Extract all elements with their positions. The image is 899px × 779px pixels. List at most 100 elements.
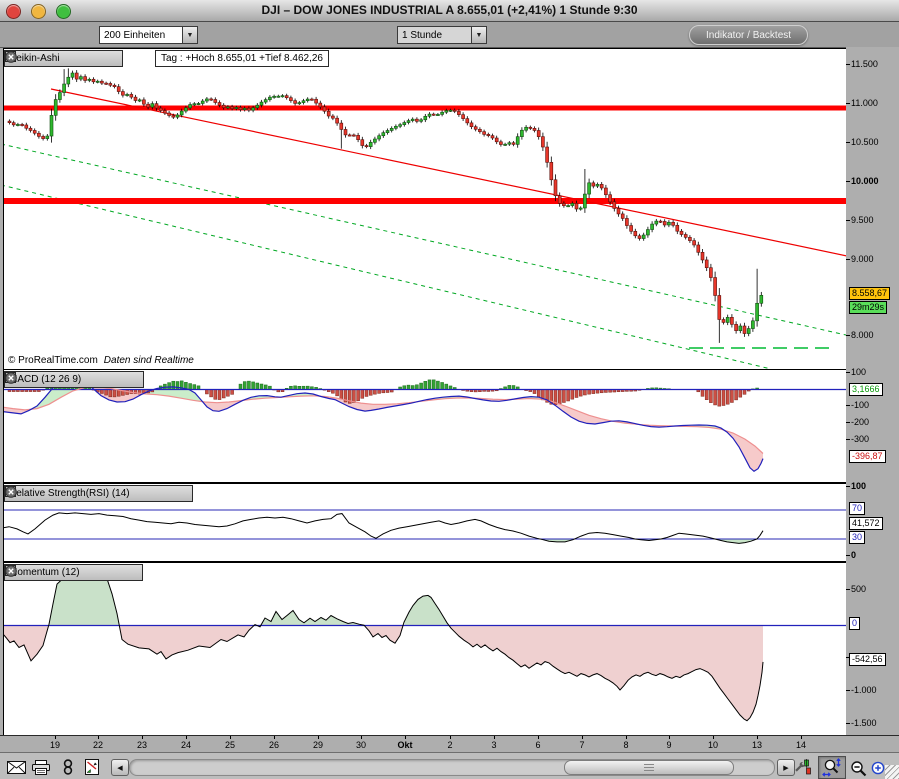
- time-label: 30: [355, 740, 367, 750]
- rsi-panel-header: Relative Strength(RSI) (14): [4, 485, 193, 502]
- close-icon[interactable]: [5, 51, 118, 65]
- axis-label: -200: [846, 417, 869, 427]
- top-toolbar: 200 Einheiten ▼ 1 Stunde ▼ Indikator / B…: [0, 22, 899, 48]
- detach-window-icon[interactable]: [5, 51, 100, 65]
- time-label: 23: [136, 740, 148, 750]
- detach-window-icon[interactable]: [5, 565, 120, 579]
- axis-label: 11.500: [846, 59, 878, 69]
- time-tick: [669, 736, 670, 739]
- value-badge: -396,87: [849, 450, 886, 463]
- window-title: DJI – DOW JONES INDUSTRIAL A 8.655,01 (+…: [261, 3, 638, 17]
- value-badge: 0: [849, 617, 861, 630]
- time-tick: [405, 736, 406, 739]
- scrollbar-thumb[interactable]: [564, 760, 734, 775]
- chart-scrollbar[interactable]: [129, 759, 775, 776]
- wrench-icon[interactable]: [6, 52, 82, 65]
- time-label: 25: [224, 740, 236, 750]
- value-badge: 29m29s: [849, 301, 888, 314]
- thumb-grip: [644, 764, 654, 771]
- print-icon[interactable]: [31, 758, 51, 776]
- indikator-backtest-button[interactable]: Indikator / Backtest: [689, 25, 809, 45]
- time-tick: [274, 736, 275, 739]
- time-tick: [318, 736, 319, 739]
- time-label: 29: [312, 740, 324, 750]
- value-badge: 70: [849, 502, 866, 515]
- axis-label: -300: [846, 434, 869, 444]
- time-tick: [538, 736, 539, 739]
- time-tick: [450, 736, 451, 739]
- export-chart-icon[interactable]: [82, 758, 102, 776]
- wrench-icon[interactable]: [6, 487, 152, 500]
- time-label: Okt: [397, 740, 413, 750]
- time-label: 3: [491, 740, 497, 750]
- value-badge: -542,56: [849, 653, 886, 666]
- axis-label: 9.000: [846, 254, 874, 264]
- rsi-panel-title: Relative Strength(RSI) (14): [9, 488, 130, 499]
- price-axis-column: 11.500 11.000 10.500 10.000 9.500 9.000 8.000 1…: [846, 47, 899, 752]
- chevron-down-icon[interactable]: ▼: [182, 27, 197, 43]
- time-tick: [801, 736, 802, 739]
- close-icon[interactable]: [5, 565, 138, 579]
- time-label: 9: [666, 740, 672, 750]
- time-tick: [55, 736, 56, 739]
- time-label: 7: [579, 740, 585, 750]
- chart-settings-icon[interactable]: [793, 758, 813, 776]
- time-label: 26: [268, 740, 280, 750]
- bottom-toolbar: ◀ ▶: [0, 752, 899, 779]
- detach-window-icon[interactable]: [5, 486, 170, 500]
- title-bar: DJI – DOW JONES INDUSTRIAL A 8.655,01 (+…: [0, 0, 899, 22]
- value-badge: 8.558,67: [849, 287, 891, 300]
- momentum-panel-header: Momentum (12): [4, 564, 143, 581]
- detach-window-icon[interactable]: [5, 372, 121, 386]
- axis-label: 8.000: [846, 330, 874, 340]
- zoom-out-icon[interactable]: [849, 759, 869, 777]
- value-badge: 41,572: [849, 517, 883, 530]
- axis-label: 100: [846, 481, 866, 491]
- time-tick: [361, 736, 362, 739]
- time-label: 13: [751, 740, 763, 750]
- axis-label: 500: [846, 584, 866, 594]
- axis-label: 10.500: [846, 137, 879, 147]
- time-label: 2: [447, 740, 453, 750]
- momentum-panel-title: Momentum (12): [9, 567, 80, 578]
- time-tick: [142, 736, 143, 739]
- price-panel-header: Heikin-Ashi: [4, 50, 123, 67]
- time-axis: 19 22 23 24 25 26 29 30 Okt 2 3 6 7 8 9 10 13 14: [0, 735, 899, 753]
- units-dropdown-value: 200 Einheiten: [104, 29, 166, 41]
- chevron-down-icon[interactable]: ▼: [471, 27, 486, 43]
- macd-panel-header: MACD (12 26 9): [4, 371, 145, 388]
- price-chart-canvas[interactable]: [4, 49, 847, 369]
- time-tick: [626, 736, 627, 739]
- mail-icon[interactable]: [6, 758, 26, 776]
- axis-label: -1.000: [846, 685, 877, 695]
- time-label: 19: [49, 740, 61, 750]
- time-tick: [494, 736, 495, 739]
- link-icon[interactable]: [58, 758, 78, 776]
- zoom-select-tool[interactable]: [818, 756, 846, 779]
- axis-label: 11.000: [846, 98, 878, 108]
- units-dropdown[interactable]: 200 Einheiten ▼: [99, 26, 198, 44]
- resize-grip[interactable]: [885, 765, 899, 779]
- axis-label: 100: [846, 367, 866, 377]
- axis-label: -1.500: [846, 718, 877, 728]
- momentum-chart-canvas[interactable]: [4, 563, 847, 736]
- time-label: 24: [180, 740, 192, 750]
- axis-label: 0: [846, 550, 856, 560]
- time-tick: [230, 736, 231, 739]
- copyright-note: © ProRealTime.com Daten sind Realtime: [8, 355, 194, 366]
- timeframe-dropdown[interactable]: 1 Stunde ▼: [397, 26, 487, 44]
- prorealtime-credit: © ProRealTime.com: [8, 355, 98, 366]
- price-panel: Heikin-Ashi Tag : +Hoch 8.655,01 +Tief 8…: [3, 48, 848, 370]
- close-icon[interactable]: [5, 486, 188, 500]
- scroll-left-button[interactable]: ◀: [111, 759, 129, 776]
- wrench-icon[interactable]: [6, 373, 103, 386]
- day-range-info: Tag : +Hoch 8.655,01 +Tief 8.462,26: [155, 50, 329, 67]
- momentum-panel: Momentum (12): [3, 562, 848, 737]
- wrench-icon[interactable]: [6, 566, 102, 579]
- time-label: 8: [623, 740, 629, 750]
- axis-label: -100: [846, 400, 869, 410]
- timeframe-dropdown-value: 1 Stunde: [402, 29, 443, 41]
- time-label: 10: [707, 740, 719, 750]
- time-label: 6: [535, 740, 541, 750]
- close-icon[interactable]: [5, 372, 139, 386]
